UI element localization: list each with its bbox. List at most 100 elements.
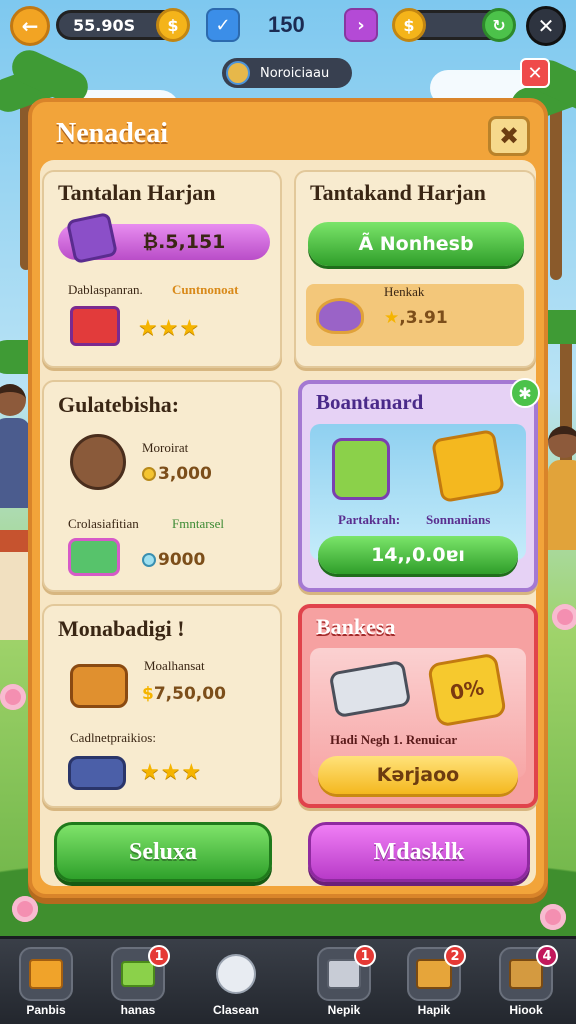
- close-icon: ✖: [498, 122, 520, 150]
- ghost-icon: [209, 947, 263, 1001]
- top-bar: ← 55.90S $ ✓ 150 › $ ↻ ✕: [0, 0, 576, 56]
- notification-badge: 1: [354, 945, 376, 967]
- left-action-label: Seluxa: [128, 838, 197, 865]
- nav-label: Nepik: [327, 1003, 361, 1017]
- item-label: Moroirat: [142, 440, 189, 455]
- nav-label: Hapik: [417, 1003, 451, 1017]
- card-title: Gulatebisha:: [58, 392, 180, 417]
- center-counter: 150: [268, 12, 305, 37]
- item-tag: Fmntarsel: [172, 516, 224, 531]
- item-value: 3,000: [142, 464, 212, 484]
- flower: [0, 684, 26, 710]
- item-tag: Cuntnonoat: [172, 282, 239, 297]
- nav-item-hanas[interactable]: hanas 1: [106, 945, 170, 1023]
- card-bankesa[interactable]: Bankesa 0% Hadi Negh 1. Renuicar Kərjaoo: [298, 604, 538, 808]
- discount-gift-icon: 0%: [426, 652, 508, 728]
- item-label: Moalhansat: [144, 658, 205, 673]
- notification-badge: 4: [536, 945, 558, 967]
- reward-label: Henkak: [384, 284, 425, 299]
- candy-icon: [68, 538, 120, 576]
- card-gulatebisha[interactable]: Gulatebisha: Moroirat 3,000 Crolasiafiti…: [42, 380, 282, 592]
- close-game-button[interactable]: ✕: [526, 6, 566, 46]
- shop-panel: Nenadeai ✖ Tantalan Harjan ₿.5,151 Dabla…: [28, 98, 548, 898]
- villager: [548, 426, 576, 550]
- coin-add-button[interactable]: $: [156, 8, 190, 42]
- feature-caption: Sonnanians: [426, 512, 491, 527]
- right-action-label: Mdasklk: [373, 838, 465, 865]
- buy-button[interactable]: Kərjaoo: [318, 756, 518, 794]
- nav-label: Hiook: [509, 1003, 543, 1017]
- discount-badge: 0%: [448, 675, 486, 705]
- car-icon: [68, 756, 126, 790]
- coin-icon: [142, 467, 156, 481]
- nav-item-clasean[interactable]: Clasean: [204, 947, 268, 1023]
- chevron-right-icon: ›: [357, 14, 365, 36]
- card-title: Tantakand Harjan: [310, 180, 486, 205]
- back-button[interactable]: ←: [10, 6, 50, 46]
- right-action-button[interactable]: Mdasklk: [308, 822, 530, 882]
- item-label: Cadlnetpraikios:: [70, 730, 156, 745]
- villager: [0, 384, 30, 508]
- nav-item-panbis[interactable]: Panbis: [14, 947, 78, 1023]
- coins-value: 55.90S: [73, 15, 136, 35]
- check-icon: ✓: [215, 14, 231, 36]
- buy-button[interactable]: 14,,0.0ɐı: [318, 536, 518, 574]
- item-value: 9000: [142, 550, 205, 570]
- bowl-icon: [316, 298, 364, 334]
- buy-button-label: Ã Nonhesb: [358, 233, 474, 255]
- refresh-icon: ↻: [492, 15, 506, 35]
- coin-icon: [142, 553, 156, 567]
- close-icon: ✕: [527, 62, 543, 84]
- rating-stars: ★★★: [140, 760, 203, 785]
- buy-button-label: 14,,0.0ɐı: [371, 544, 465, 566]
- card-monabadigi[interactable]: Monabadigi ! Moalhansat $7,50,00 Cadlnet…: [42, 604, 282, 808]
- item-label: Crolasiafitian: [68, 516, 139, 531]
- card-boantanard[interactable]: Boantanard ✱ Partakrah: Sonnanians 14,,0…: [298, 378, 540, 592]
- treasure-bag-icon: [70, 664, 128, 708]
- refresh-button[interactable]: ↻: [482, 8, 516, 42]
- nav-item-hiook[interactable]: Hiook 4: [494, 945, 558, 1023]
- panel-title: Nenadeai: [56, 118, 168, 149]
- buy-button[interactable]: Ã Nonhesb: [308, 222, 524, 266]
- item-value: $7,50,00: [142, 684, 226, 704]
- card-title: Bankesa: [316, 614, 396, 639]
- left-action-button[interactable]: Seluxa: [54, 822, 272, 882]
- panel-close-button[interactable]: ✖: [488, 116, 530, 156]
- gift-pouch-icon: [430, 428, 506, 504]
- card-tantakand-harjan[interactable]: Tantakand Harjan Ã Nonhesb Henkak ★,3.91: [294, 170, 536, 368]
- nav-label: Panbis: [26, 1003, 66, 1017]
- card-tantalan-harjan[interactable]: Tantalan Harjan ₿.5,151 Dablaspanran. Cu…: [42, 170, 282, 368]
- notification-badge: 2: [444, 945, 466, 967]
- nav-item-nepik[interactable]: Nepik 1: [312, 945, 376, 1023]
- star-badge: ✱: [510, 378, 540, 408]
- card-title: Monabadigi !: [58, 616, 185, 641]
- coin-icon: $: [167, 15, 179, 35]
- mascot-character-icon: [332, 438, 390, 500]
- notification-label: Noroiciaau: [260, 65, 330, 81]
- flower: [552, 604, 576, 630]
- bear-character-icon: [70, 434, 126, 490]
- flower: [540, 904, 566, 930]
- nav-label: Clasean: [212, 1003, 260, 1017]
- bottom-nav: Panbis hanas 1 Clasean Nepik 1 Hapik 2 H…: [0, 936, 576, 1024]
- owl-avatar-icon: [226, 61, 250, 85]
- next-button[interactable]: ›: [344, 8, 378, 42]
- buy-button-label: Kərjaoo: [376, 764, 460, 786]
- item-label: Dablaspanran.: [68, 282, 143, 297]
- feature-caption: Partakrah:: [338, 512, 401, 527]
- reward-value: ★,3.91: [384, 308, 448, 328]
- card-title: Boantanard: [316, 390, 424, 414]
- gift-box-icon: [19, 947, 73, 1001]
- gift-box-icon: [65, 211, 119, 265]
- gem-button[interactable]: ✓: [206, 8, 240, 42]
- dismiss-notification-button[interactable]: ✕: [520, 58, 550, 88]
- notification-badge: 1: [148, 945, 170, 967]
- energy-coin-icon: $: [392, 8, 426, 42]
- nav-label: hanas: [120, 1003, 156, 1017]
- notification-pill[interactable]: Noroiciaau: [222, 58, 352, 88]
- price-value: ₿.5,151: [142, 230, 226, 253]
- card-title: Tantalan Harjan: [58, 180, 216, 205]
- close-icon: ✕: [537, 14, 555, 38]
- arrow-left-icon: ←: [21, 14, 39, 38]
- nav-item-hapik[interactable]: Hapik 2: [402, 945, 466, 1023]
